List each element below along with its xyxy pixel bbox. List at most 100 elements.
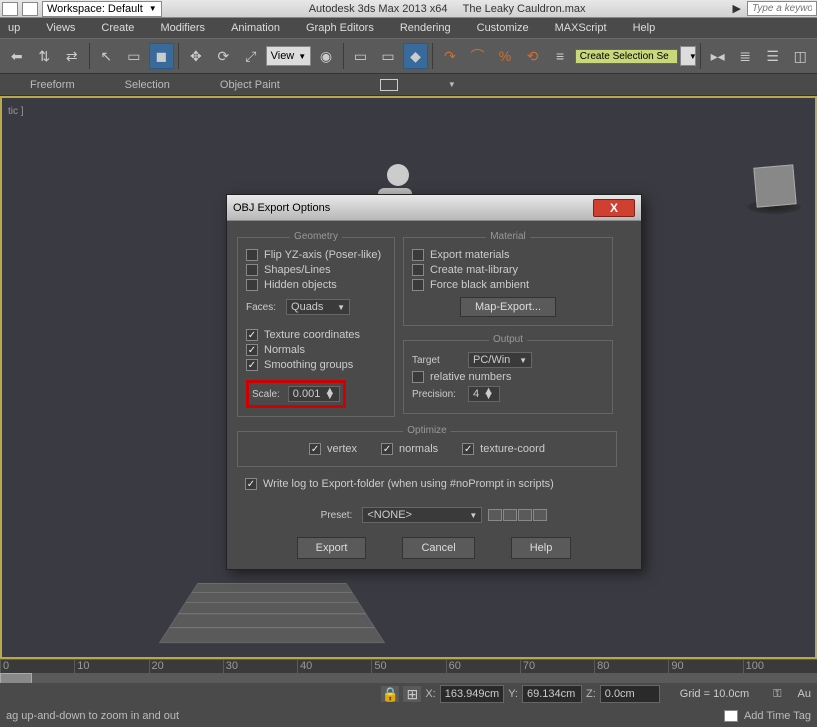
force-black-checkbox[interactable] [412, 279, 424, 291]
pivot-icon[interactable]: ◉ [313, 43, 339, 69]
create-matlib-checkbox[interactable] [412, 264, 424, 276]
edit-named-icon[interactable]: ≡ [547, 43, 573, 69]
help-button[interactable]: Help [511, 537, 572, 559]
tex-coords-checkbox[interactable] [246, 329, 258, 341]
align-icon[interactable]: ≣ [732, 43, 758, 69]
opt-vertex-checkbox[interactable] [309, 443, 321, 455]
snap-toggle-icon[interactable]: ◆ [403, 43, 429, 69]
preset-load-icon[interactable] [533, 509, 547, 521]
close-button[interactable]: X [593, 199, 635, 217]
menu-up[interactable]: up [8, 22, 20, 34]
key-icon[interactable]: ⚿ [773, 688, 781, 701]
file-name: The Leaky Cauldron.max [463, 3, 586, 15]
timeline-ruler[interactable]: 0 10 20 30 40 50 60 70 80 90 100 [0, 659, 817, 673]
menu-help[interactable]: Help [633, 22, 656, 34]
z-input[interactable]: 0.0cm [600, 685, 660, 703]
workspace-dropdown[interactable]: Workspace: Default ▼ [42, 1, 162, 17]
output-legend: Output [489, 334, 527, 345]
preset-dropdown[interactable]: <NONE>▼ [362, 507, 482, 523]
titlebar-icon-1[interactable] [2, 2, 18, 16]
viewcube-icon[interactable] [753, 164, 796, 207]
x-input[interactable]: 163.949cm [440, 685, 504, 703]
grid-label: Grid = 10.0cm [680, 688, 749, 700]
relative-numbers-checkbox[interactable] [412, 371, 424, 383]
unlink-icon[interactable]: ⇄ [59, 43, 85, 69]
ref-coord-dropdown[interactable]: View▼ [266, 46, 312, 66]
move-icon[interactable]: ✥ [183, 43, 209, 69]
time-tag-icon[interactable] [724, 710, 738, 722]
autokey-label[interactable]: Au [798, 688, 811, 700]
shapes-checkbox[interactable] [246, 264, 258, 276]
rotate-icon[interactable]: ⟳ [211, 43, 237, 69]
search-input[interactable] [747, 1, 817, 16]
scale-spinner[interactable]: 0.001 ▲▼ [288, 386, 340, 402]
pointer-icon[interactable]: ↖ [94, 43, 120, 69]
y-input[interactable]: 69.134cm [522, 685, 582, 703]
map-export-button[interactable]: Map-Export... [460, 297, 556, 317]
preset-add-icon[interactable] [488, 509, 502, 521]
menu-views[interactable]: Views [46, 22, 75, 34]
opt-normals-checkbox[interactable] [381, 443, 393, 455]
named-selection-arrow[interactable]: ▼ [680, 46, 696, 66]
link-icon[interactable]: ⇅ [32, 43, 58, 69]
separator [700, 43, 701, 69]
preset-del-icon[interactable] [503, 509, 517, 521]
select-manip-icon[interactable]: ▭ [348, 43, 374, 69]
smoothing-checkbox[interactable] [246, 359, 258, 371]
preset-save-icon[interactable] [518, 509, 532, 521]
titlebar-icon-2[interactable] [22, 2, 38, 16]
curve-editor-icon[interactable]: ◫ [787, 43, 813, 69]
percent-snap-icon[interactable]: % [492, 43, 518, 69]
timeline-slider[interactable] [0, 673, 817, 683]
select-window-icon[interactable]: ◼ [149, 43, 175, 69]
chevron-down-icon: ▼ [149, 4, 157, 13]
spinner-snap-icon[interactable]: ⟲ [520, 43, 546, 69]
menu-rendering[interactable]: Rendering [400, 22, 451, 34]
layers-icon[interactable]: ☰ [760, 43, 786, 69]
precision-spinner[interactable]: 4 ▲▼ [468, 386, 500, 402]
coord-bar: 🔒 ⊞ X: 163.949cm Y: 69.134cm Z: 0.0cm Gr… [0, 683, 817, 705]
angle-snap-icon[interactable]: ⌒ [465, 43, 491, 69]
grid-floor [159, 583, 385, 643]
menu-bar: up Views Create Modifiers Animation Grap… [0, 18, 817, 38]
keymode-icon[interactable]: ▭ [375, 43, 401, 69]
hidden-checkbox[interactable] [246, 279, 258, 291]
menu-maxscript[interactable]: MAXScript [555, 22, 607, 34]
quad-icon[interactable] [380, 79, 398, 91]
main-toolbar: ⬅ ⇅ ⇄ ↖ ▭ ◼ ✥ ⟳ ⤢ View▼ ◉ ▭ ▭ ◆ ↷ ⌒ % ⟲ … [0, 38, 817, 74]
target-dropdown[interactable]: PC/Win▼ [468, 352, 532, 368]
chevron-right-icon[interactable]: ▶ [733, 2, 741, 15]
opt-texture-checkbox[interactable] [462, 443, 474, 455]
app-title: Autodesk 3ds Max 2013 x64 The Leaky Caul… [162, 3, 733, 15]
select-rect-icon[interactable]: ▭ [121, 43, 147, 69]
quad-arrow-icon[interactable]: ▼ [448, 80, 456, 89]
menu-customize[interactable]: Customize [477, 22, 529, 34]
undo-icon[interactable]: ⬅ [4, 43, 30, 69]
material-legend: Material [486, 231, 530, 242]
scale-icon[interactable]: ⤢ [238, 43, 264, 69]
mode-selection[interactable]: Selection [125, 79, 170, 91]
optimize-legend: Optimize [403, 425, 450, 436]
snap-3d-icon[interactable]: ↷ [437, 43, 463, 69]
flip-yz-checkbox[interactable] [246, 249, 258, 261]
lock-icon[interactable]: 🔒 [381, 686, 399, 702]
preset-row: Preset: <NONE>▼ [237, 507, 631, 523]
menu-graph-editors[interactable]: Graph Editors [306, 22, 374, 34]
material-group: Material Export materials Create mat-lib… [403, 237, 613, 326]
dialog-titlebar[interactable]: OBJ Export Options X [227, 195, 641, 221]
named-selection-input[interactable]: Create Selection Se [575, 49, 678, 64]
faces-dropdown[interactable]: Quads▼ [286, 299, 350, 315]
export-materials-checkbox[interactable] [412, 249, 424, 261]
selection-lock-icon[interactable]: ⊞ [403, 686, 421, 702]
mode-object-paint[interactable]: Object Paint [220, 79, 280, 91]
normals-checkbox[interactable] [246, 344, 258, 356]
menu-create[interactable]: Create [101, 22, 134, 34]
cancel-button[interactable]: Cancel [402, 537, 474, 559]
export-button[interactable]: Export [297, 537, 367, 559]
mirror-icon[interactable]: ▸◂ [705, 43, 731, 69]
add-time-tag[interactable]: Add Time Tag [744, 710, 811, 722]
write-log-checkbox[interactable] [245, 478, 257, 490]
menu-animation[interactable]: Animation [231, 22, 280, 34]
mode-freeform[interactable]: Freeform [30, 79, 75, 91]
menu-modifiers[interactable]: Modifiers [160, 22, 205, 34]
